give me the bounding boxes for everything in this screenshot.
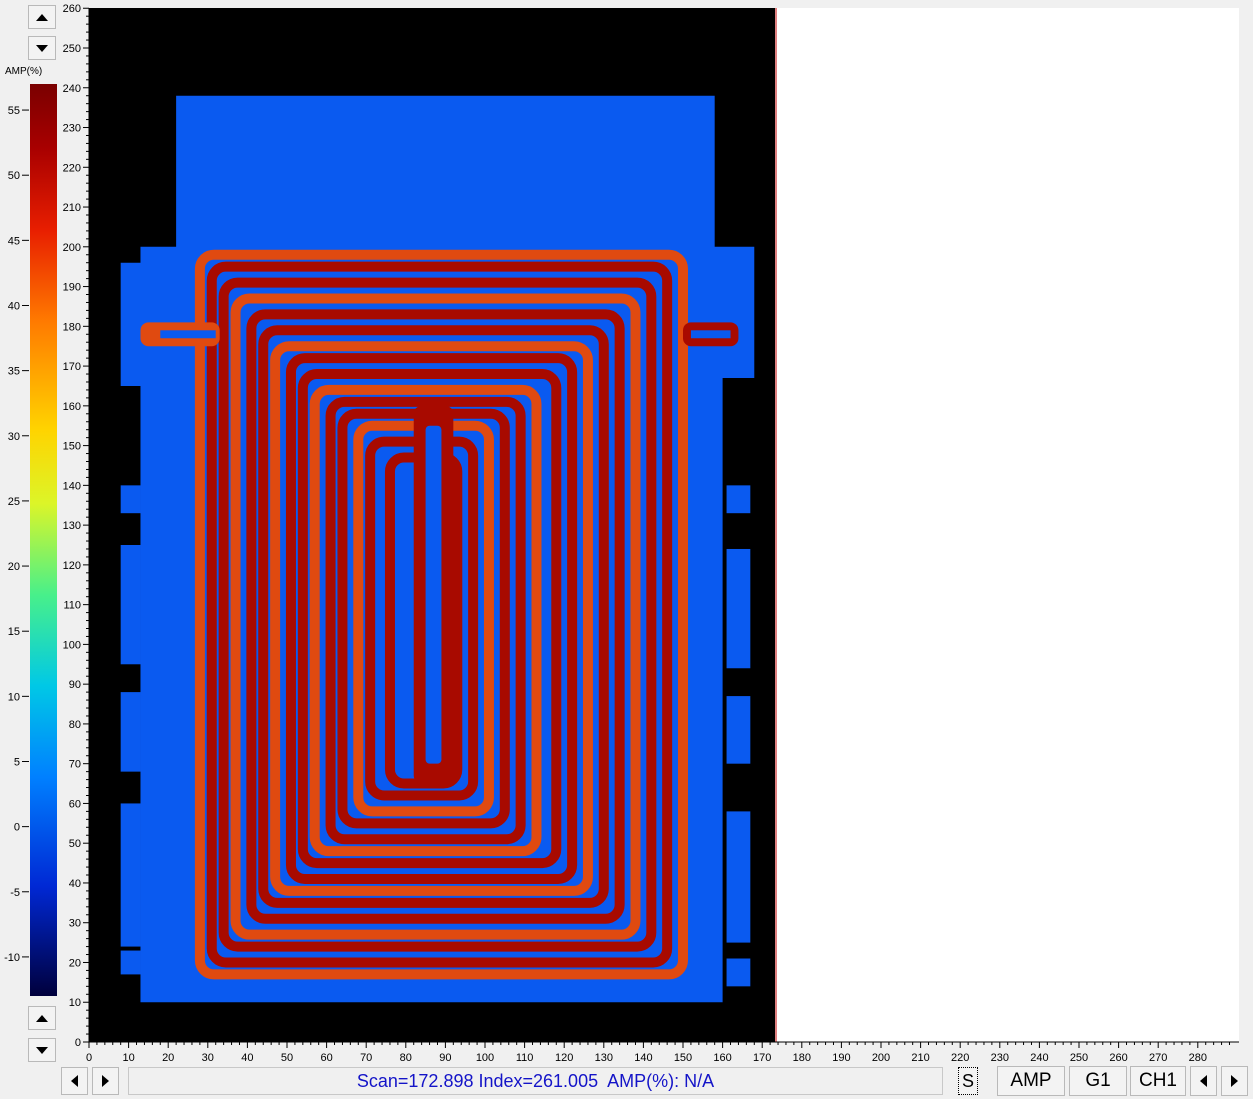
side-tab <box>726 811 751 943</box>
status-bar: Scan=172.898 Index=261.005 AMP(%): N/A <box>128 1067 943 1095</box>
x-tick-label: 0 <box>86 1052 92 1064</box>
y-tick-label: 180 <box>63 321 81 333</box>
prev-channel-button[interactable] <box>1190 1066 1217 1096</box>
s-button-label: S <box>961 1070 974 1091</box>
y-tick-label: 200 <box>63 242 81 254</box>
inlet-gap <box>160 330 216 339</box>
x-tick-label: 10 <box>122 1052 134 1064</box>
x-tick-label: 120 <box>555 1052 573 1064</box>
side-tab <box>726 696 751 764</box>
x-tick-label: 110 <box>516 1052 534 1064</box>
x-tick-label: 200 <box>872 1052 890 1064</box>
x-tick-label: 270 <box>1149 1052 1167 1064</box>
y-tick-label: 60 <box>69 798 81 810</box>
side-tab <box>120 803 141 947</box>
y-tick-label: 80 <box>69 719 81 731</box>
x-tick-label: 50 <box>281 1052 293 1064</box>
arrow-left-icon <box>71 1075 78 1087</box>
g1-button-label: G1 <box>1085 1070 1111 1091</box>
x-tick-label: 90 <box>439 1052 451 1064</box>
scroll-right-button[interactable] <box>92 1067 119 1095</box>
y-tick-label: 160 <box>63 401 81 413</box>
y-tick-label: 30 <box>69 918 81 930</box>
x-tick-label: 210 <box>911 1052 929 1064</box>
side-tab <box>726 958 751 987</box>
x-tick-label: 30 <box>202 1052 214 1064</box>
y-tick-label: 10 <box>69 997 81 1009</box>
y-tick-label: 220 <box>63 162 81 174</box>
ch1-button[interactable]: CH1 <box>1130 1066 1186 1096</box>
side-tab <box>120 692 141 772</box>
x-tick-label: 150 <box>674 1052 692 1064</box>
x-tick-label: 280 <box>1189 1052 1207 1064</box>
y-tick-label: 0 <box>75 1037 81 1049</box>
y-tick-label: 100 <box>63 639 81 651</box>
side-tab <box>120 485 141 514</box>
y-tick-label: 210 <box>63 202 81 214</box>
arrow-right-icon <box>1231 1075 1238 1087</box>
x-tick-label: 40 <box>241 1052 253 1064</box>
x-tick-label: 190 <box>832 1052 850 1064</box>
y-tick-label: 110 <box>63 600 81 612</box>
x-tick-label: 130 <box>595 1052 613 1064</box>
x-tick-label: 160 <box>713 1052 731 1064</box>
amp-button[interactable]: AMP <box>997 1066 1065 1096</box>
y-tick-label: 50 <box>69 838 81 850</box>
y-tick-label: 70 <box>69 759 81 771</box>
core-gap <box>425 425 442 764</box>
side-tab <box>120 950 141 975</box>
x-tick-label: 240 <box>1030 1052 1048 1064</box>
x-tick-label: 170 <box>753 1052 771 1064</box>
x-tick-label: 20 <box>162 1052 174 1064</box>
y-tick-label: 260 <box>63 3 81 15</box>
next-channel-button[interactable] <box>1221 1066 1248 1096</box>
y-tick-label: 190 <box>63 282 81 294</box>
x-tick-label: 70 <box>360 1052 372 1064</box>
x-tick-label: 220 <box>951 1052 969 1064</box>
status-text: Scan=172.898 Index=261.005 AMP(%): N/A <box>356 1070 715 1091</box>
ch1-button-label: CH1 <box>1138 1070 1177 1091</box>
amp-button-label: AMP <box>1010 1070 1052 1091</box>
arrow-left-icon <box>1200 1075 1207 1087</box>
x-tick-label: 260 <box>1109 1052 1127 1064</box>
x-tick-label: 180 <box>793 1052 811 1064</box>
y-tick-label: 120 <box>63 560 81 572</box>
x-tick-label: 140 <box>634 1052 652 1064</box>
y-tick-label: 140 <box>63 480 81 492</box>
y-tick-label: 90 <box>69 679 81 691</box>
x-tick-label: 230 <box>991 1052 1009 1064</box>
outlet-gap <box>690 330 731 339</box>
y-tick-label: 150 <box>63 441 81 453</box>
y-tick-label: 240 <box>63 83 81 95</box>
x-tick-label: 100 <box>476 1052 494 1064</box>
arrow-right-icon <box>102 1075 109 1087</box>
y-axis: 2602502402302202102001901801701601501401… <box>63 3 90 1049</box>
y-tick-label: 230 <box>63 123 81 135</box>
y-tick-label: 40 <box>69 878 81 890</box>
g1-button[interactable]: G1 <box>1069 1066 1127 1096</box>
y-tick-label: 20 <box>69 957 81 969</box>
x-tick-label: 80 <box>400 1052 412 1064</box>
y-tick-label: 170 <box>63 361 81 373</box>
c-scan-image[interactable] <box>120 95 755 1003</box>
scan-plot: 2602502402302202102001901801701601501401… <box>63 3 1239 1064</box>
side-tab <box>726 548 751 669</box>
scroll-left-button[interactable] <box>61 1067 88 1095</box>
side-tab <box>726 485 751 514</box>
x-tick-label: 60 <box>320 1052 332 1064</box>
x-tick-label: 250 <box>1070 1052 1088 1064</box>
side-tab <box>120 545 141 665</box>
s-button[interactable]: S <box>958 1067 978 1095</box>
y-tick-label: 130 <box>63 520 81 532</box>
y-tick-label: 250 <box>63 43 81 55</box>
x-axis: 0 10 20 30 40 50 60 70 80 90 100 110 120 130 140 150 160… <box>86 1041 1239 1064</box>
